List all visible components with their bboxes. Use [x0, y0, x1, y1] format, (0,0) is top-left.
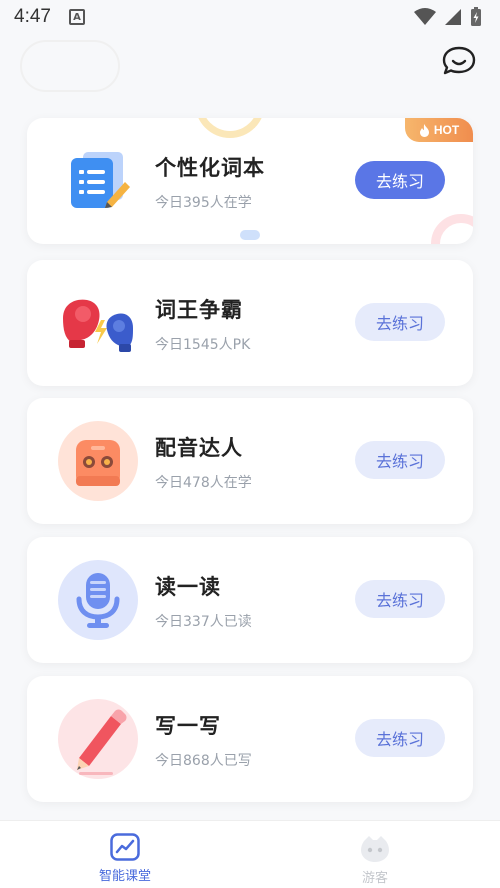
nav-guest[interactable]: 游客	[325, 833, 425, 886]
card-subtitle: 今日337人已读	[155, 614, 252, 630]
card-write[interactable]: 写一写 今日868人已写 去练习	[27, 676, 473, 802]
chat-bubble-icon	[442, 46, 476, 75]
card-personal-wordbook[interactable]: HOT 个性化词本 今日395人在学 去练习	[27, 118, 473, 244]
hot-badge: HOT	[405, 118, 473, 142]
chart-line-icon	[110, 833, 140, 861]
card-dubbing-master[interactable]: 配音达人 今日478人在学 去练习	[27, 398, 473, 524]
nav-smart-classroom[interactable]: 智能课堂	[75, 833, 175, 884]
practice-button[interactable]: 去练习	[355, 719, 445, 757]
decoration-ring	[431, 214, 473, 244]
card-title: 写一写	[155, 714, 221, 738]
notification-icon: A	[68, 9, 85, 25]
microphone-icon	[57, 559, 139, 641]
status-bar: 4:47 A	[0, 0, 500, 34]
flame-icon	[419, 123, 429, 137]
nav-label: 智能课堂	[98, 869, 151, 884]
practice-button[interactable]: 去练习	[355, 580, 445, 618]
practice-button[interactable]: 去练习	[355, 303, 445, 341]
card-word-king[interactable]: 词王争霸 今日1545人PK 去练习	[27, 260, 473, 386]
header	[0, 34, 500, 104]
battery-icon	[471, 7, 481, 26]
practice-button[interactable]: 去练习	[355, 441, 445, 479]
decoration-arc	[195, 118, 265, 138]
guest-avatar-icon	[361, 836, 389, 862]
boxing-gloves-icon	[57, 282, 139, 364]
practice-button[interactable]: 去练习	[355, 161, 445, 199]
card-title: 配音达人	[155, 436, 243, 460]
card-read[interactable]: 读一读 今日337人已读 去练习	[27, 537, 473, 663]
card-subtitle: 今日868人已写	[155, 753, 252, 769]
chat-button[interactable]	[440, 44, 478, 78]
card-title: 读一读	[155, 575, 221, 599]
status-icons	[414, 7, 482, 27]
notebook-icon	[57, 140, 139, 222]
signal-icon	[445, 9, 461, 25]
card-subtitle: 今日1545人PK	[155, 337, 251, 353]
card-subtitle: 今日395人在学	[155, 195, 252, 211]
wifi-icon	[414, 8, 436, 25]
pencil-icon	[57, 698, 139, 780]
logo-placeholder	[20, 40, 120, 92]
hot-badge-label: HOT	[433, 123, 460, 137]
status-time: 4:47	[14, 6, 51, 27]
nav-label: 游客	[361, 871, 388, 886]
robot-icon	[57, 420, 139, 502]
bottom-nav: 智能课堂 游客	[0, 820, 500, 888]
card-title: 词王争霸	[155, 298, 243, 322]
card-title: 个性化词本	[155, 156, 265, 180]
decoration-cloud	[240, 230, 260, 240]
card-subtitle: 今日478人在学	[155, 475, 252, 491]
